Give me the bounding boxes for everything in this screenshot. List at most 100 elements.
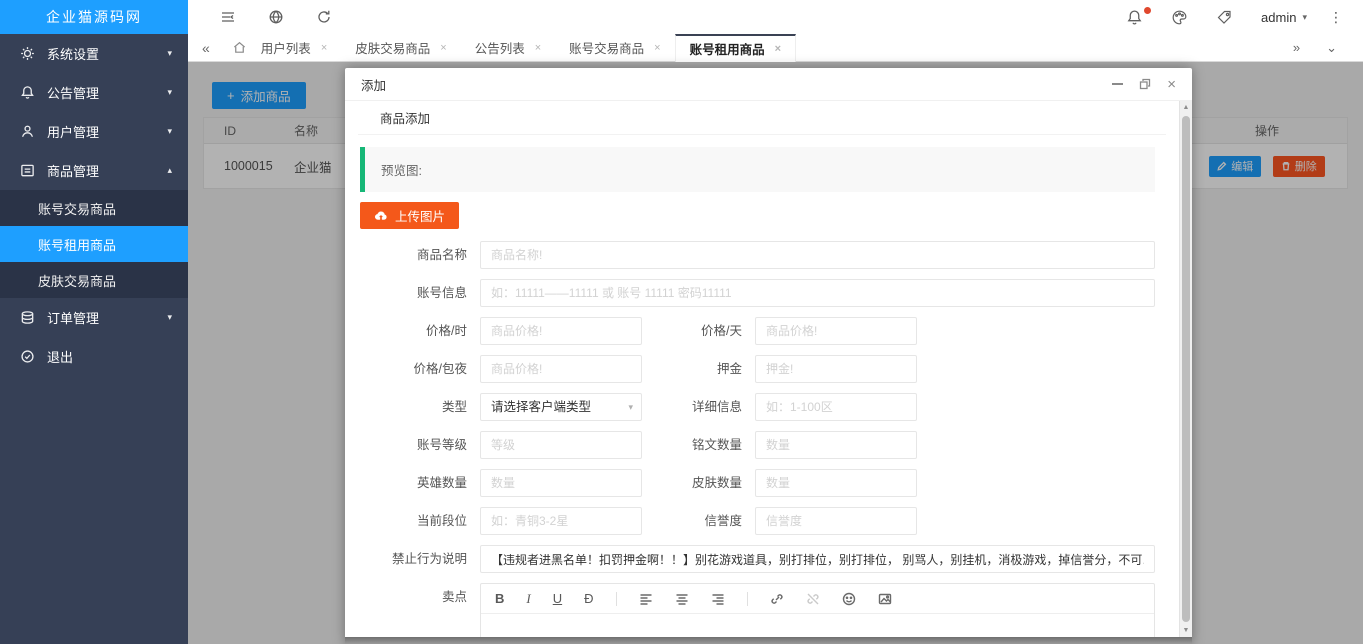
bold-icon[interactable]: B	[495, 589, 504, 609]
tabs-scroll-left-icon[interactable]: «	[202, 40, 210, 56]
more-menu-icon[interactable]: ⋮	[1329, 9, 1343, 26]
tab-user-list[interactable]: 用户列表 ×	[247, 34, 341, 62]
close-icon[interactable]: ×	[535, 42, 541, 54]
product-name-input[interactable]	[480, 241, 1155, 269]
forbidden-behavior-input[interactable]	[480, 545, 1155, 573]
theme-palette-icon[interactable]	[1171, 9, 1188, 26]
inscription-count-input[interactable]	[755, 431, 917, 459]
price-day-input[interactable]	[755, 317, 917, 345]
close-icon[interactable]: ×	[440, 42, 446, 54]
notification-bell-icon[interactable]	[1126, 9, 1143, 26]
header-right: admin ▾ ⋮	[1126, 9, 1363, 26]
tab-label: 账号租用商品	[690, 39, 765, 58]
link-icon[interactable]	[770, 589, 784, 609]
globe-icon[interactable]	[268, 9, 284, 25]
editor-toolbar: B I U Đ	[481, 584, 1154, 614]
account-level-input[interactable]	[480, 431, 642, 459]
tab-bar: « 用户列表 × 皮肤交易商品 × 公告列表 × 账号交易商品 × 账号租用商品…	[188, 34, 1363, 62]
minimize-icon[interactable]	[1112, 76, 1123, 92]
form-row: 类型 请选择客户端类型 ▾ 详细信息	[345, 393, 1179, 421]
chevron-down-icon: ▾	[167, 87, 172, 98]
italic-icon[interactable]: I	[526, 589, 530, 609]
field-label: 价格/时	[345, 317, 467, 345]
current-rank-input[interactable]	[480, 507, 642, 535]
add-dialog: 添加 × 商品添加 预览图: 上传图片 商品名称	[345, 68, 1192, 644]
sidebar-item-users[interactable]: 用户管理 ▾	[0, 112, 188, 151]
sidebar-subitem-account-trade[interactable]: 账号交易商品	[0, 190, 188, 226]
align-left-icon[interactable]	[639, 589, 653, 609]
close-icon[interactable]: ×	[654, 42, 660, 54]
field-label: 铭文数量	[642, 431, 742, 459]
deposit-input[interactable]	[755, 355, 917, 383]
admin-username: admin	[1261, 10, 1296, 25]
tab-label: 皮肤交易商品	[355, 38, 430, 57]
strikethrough-icon[interactable]: Đ	[584, 589, 593, 609]
horizontal-scrollbar[interactable]	[345, 637, 1192, 644]
tabs-scroll-right-icon[interactable]: »	[1293, 40, 1300, 55]
top-header: admin ▾ ⋮	[188, 0, 1363, 34]
price-night-input[interactable]	[480, 355, 642, 383]
sidebar-subitem-account-rent[interactable]: 账号租用商品	[0, 226, 188, 262]
dialog-title: 添加	[361, 75, 386, 94]
scrollbar-thumb[interactable]	[1182, 116, 1190, 622]
tab-announcement-list[interactable]: 公告列表 ×	[461, 34, 555, 62]
field-label: 类型	[345, 393, 467, 421]
scroll-up-icon[interactable]: ▲	[1180, 104, 1192, 111]
underline-icon[interactable]: U	[553, 589, 562, 609]
price-hour-input[interactable]	[480, 317, 642, 345]
tab-label: 公告列表	[475, 38, 525, 57]
close-icon[interactable]: ×	[775, 43, 781, 55]
tab-skin-trade[interactable]: 皮肤交易商品 ×	[341, 34, 460, 62]
skin-count-input[interactable]	[755, 469, 917, 497]
upload-label: 上传图片	[395, 206, 445, 225]
scroll-down-icon[interactable]: ▼	[1180, 627, 1192, 634]
reputation-input[interactable]	[755, 507, 917, 535]
align-right-icon[interactable]	[711, 589, 725, 609]
field-label: 详细信息	[642, 393, 742, 421]
close-icon[interactable]: ×	[1167, 76, 1176, 92]
sidebar-item-orders[interactable]: 订单管理 ▾	[0, 298, 188, 337]
form-row: 价格/包夜 押金	[345, 355, 1179, 383]
sidebar-subitem-skin-trade[interactable]: 皮肤交易商品	[0, 262, 188, 298]
hero-count-input[interactable]	[480, 469, 642, 497]
sidebar-item-system-settings[interactable]: 系统设置 ▾	[0, 34, 188, 73]
account-info-input[interactable]	[480, 279, 1155, 307]
tab-account-trade[interactable]: 账号交易商品 ×	[555, 34, 674, 62]
card-title: 商品添加	[358, 101, 1166, 135]
chevron-down-icon: ▾	[628, 394, 633, 420]
unlink-icon[interactable]	[806, 589, 820, 609]
product-form: 商品名称 账号信息 价格/时 价格/天 价格/包夜 押金	[345, 241, 1179, 637]
sidebar-item-announcements[interactable]: 公告管理 ▾	[0, 73, 188, 112]
align-center-icon[interactable]	[675, 589, 689, 609]
chevron-down-icon: ▾	[167, 312, 172, 323]
collapse-menu-icon[interactable]	[220, 9, 236, 25]
refresh-icon[interactable]	[316, 9, 332, 25]
sidebar-subitem-label: 账号租用商品	[38, 235, 116, 254]
admin-dropdown[interactable]: admin ▾	[1261, 10, 1307, 25]
client-type-select[interactable]: 请选择客户端类型 ▾	[480, 393, 642, 421]
home-tab-icon[interactable]	[232, 40, 247, 55]
sidebar-item-logout[interactable]: 退出	[0, 337, 188, 376]
field-label: 商品名称	[345, 241, 467, 269]
form-row: 禁止行为说明	[345, 545, 1179, 573]
products-submenu: 账号交易商品 账号租用商品 皮肤交易商品	[0, 190, 188, 298]
tabs-menu-icon[interactable]: ⌄	[1326, 40, 1337, 56]
sidebar-item-products[interactable]: 商品管理 ▴	[0, 151, 188, 190]
form-row: 卖点 B I U Đ	[345, 583, 1179, 637]
field-label: 信誉度	[642, 507, 742, 535]
tab-account-rent[interactable]: 账号租用商品 ×	[675, 34, 796, 62]
image-icon[interactable]	[878, 589, 892, 609]
gear-icon	[20, 46, 35, 61]
chevron-down-icon: ▾	[1302, 12, 1307, 23]
upload-image-button[interactable]: 上传图片	[360, 202, 459, 229]
close-icon[interactable]: ×	[321, 42, 327, 54]
field-label: 当前段位	[345, 507, 467, 535]
field-label: 禁止行为说明	[345, 545, 467, 573]
tag-icon[interactable]	[1216, 9, 1233, 26]
maximize-icon[interactable]	[1139, 76, 1151, 92]
emoji-icon[interactable]	[842, 589, 856, 609]
select-value: 请选择客户端类型	[491, 400, 591, 414]
editor-content-area[interactable]	[481, 614, 1154, 637]
detail-info-input[interactable]	[755, 393, 917, 421]
sidebar-subitem-label: 账号交易商品	[38, 199, 116, 218]
